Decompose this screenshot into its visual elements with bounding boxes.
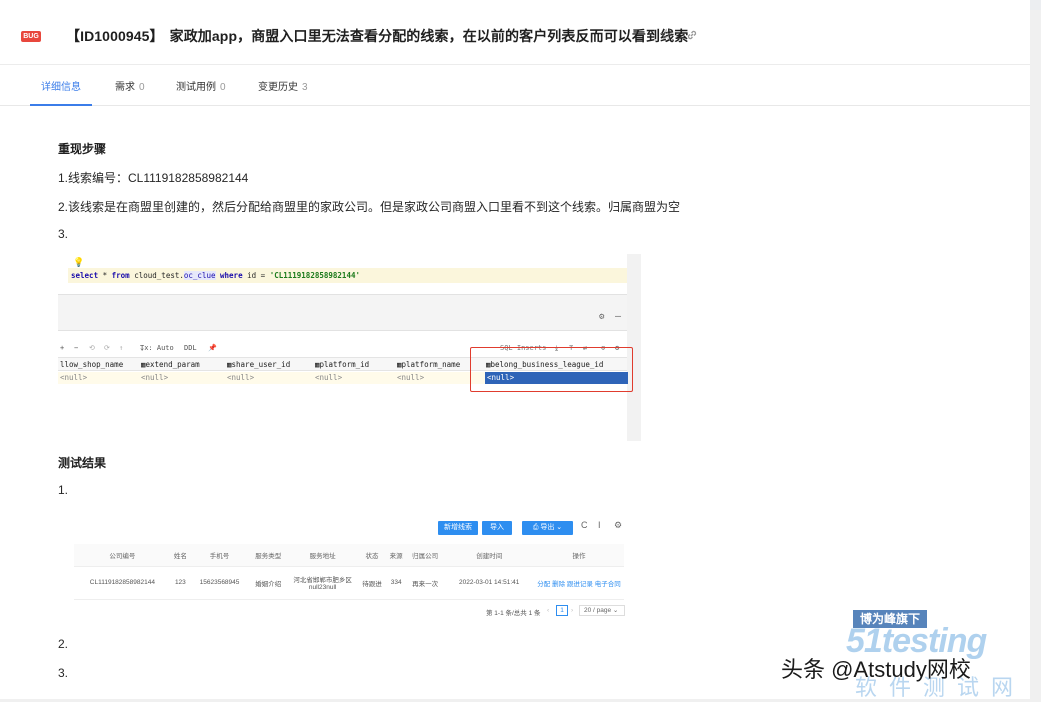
column-height-icon[interactable]: I [598,520,601,530]
result-item-2: 2. [58,637,69,651]
grid-cell[interactable]: <null> [315,372,342,384]
table-cell: 河北省邯郸市肥乡区null23null [287,566,358,600]
active-tab-indicator [30,104,92,106]
tx-mode-dropdown[interactable]: Tx: Auto ⌄ [140,340,174,356]
result-screenshot: 新增线索 导入 ⎙ 导出 ⌄ C I ⚙ 公司编号 姓名 手机号 服务类型 服务… [58,515,638,623]
col-header[interactable]: llow_shop_name [60,358,123,371]
table-cell: 123 [170,566,191,600]
link-icon[interactable] [685,28,699,42]
redo-icon[interactable]: ⟳ [104,340,110,356]
table-cell: 婚姻介绍 [249,566,288,600]
result-heading: 测试结果 [58,456,107,470]
results-panel-header [58,294,627,308]
minimize-icon[interactable]: — [615,311,621,322]
bug-detail-page: BUG 【ID1000945】 家政加app，商盟入口里无法查看分配的线索，在以前… [0,0,1030,699]
col-header: 姓名 [170,544,191,567]
add-lead-button[interactable]: 新增线索 [438,521,478,535]
table-cell: 再来一次 [405,566,445,600]
col-header: 创建时间 [444,544,534,567]
col-header: 操作 [534,544,624,567]
prev-page-icon[interactable]: ‹ [547,607,549,614]
table-cell: 334 [386,566,406,600]
pagination-summary: 第 1-1 条/总共 1 条 [486,610,541,617]
col-header[interactable]: ▦ platform_name [397,358,460,371]
table-row: CL1119182858982144 123 15623568945 婚姻介绍 … [74,566,624,600]
table-cell: CL1119182858982144 [74,566,171,600]
import-button[interactable]: 导入 [482,521,512,535]
refresh-icon[interactable]: C [581,520,588,530]
repro-heading: 重现步骤 [58,142,107,156]
highlight-box [470,347,633,392]
bug-title-text: 家政加app，商盟入口里无法查看分配的线索，在以前的客户列表反而可以看到线索 [169,28,689,44]
add-row-icon[interactable]: + [60,340,64,356]
bug-id: 【ID1000945】 [66,28,164,44]
result-item-3: 3. [58,666,69,680]
page-title: 【ID1000945】 家政加app，商盟入口里无法查看分配的线索，在以前的客户列… [66,26,688,46]
col-header: 来源 [386,544,406,567]
col-header[interactable]: ▦ extend_param [141,358,200,371]
tab-requirements[interactable]: 需求 0 [115,78,145,93]
col-header: 公司编号 [74,544,171,567]
ddl-button[interactable]: DDL [184,340,197,356]
col-header: 服务类型 [249,544,288,567]
row-actions[interactable]: 分配 删除 跟进记录 电子合同 [534,566,624,600]
next-page-icon[interactable]: › [571,607,573,614]
star-icon[interactable]: ☆ [659,27,673,45]
grid-cell[interactable]: <null> [227,372,254,384]
watermark-author: 头条 @Atstudy网校 [781,657,971,682]
submit-icon[interactable]: ↑ [119,340,123,356]
table-header-row: 公司编号 姓名 手机号 服务类型 服务地址 状态 来源 归属公司 创建时间 操作 [74,544,624,567]
col-header: 状态 [357,544,387,567]
lightbulb-icon: 💡 [73,258,85,268]
repro-step-3: 3. [58,227,69,241]
col-header[interactable]: ▦ share_user_id [227,358,290,371]
tab-details[interactable]: 详细信息 [41,78,81,93]
grid-cell[interactable]: <null> [397,372,424,384]
results-toolbar: ⚙ — [58,307,627,331]
revert-icon[interactable]: ⟲ [89,340,95,356]
export-button[interactable]: ⎙ 导出 ⌄ [522,521,573,535]
result-item-1: 1. [58,483,69,497]
table-cell: 15623568945 [190,566,250,600]
bug-type-badge: BUG [21,31,41,42]
col-header: 服务地址 [287,544,358,567]
remove-row-icon[interactable]: − [74,340,78,356]
repro-step-2: 2.该线索是在商盟里创建的，然后分配给商盟里的家政公司。但是家政公司商盟入口里看… [58,200,681,214]
gear-icon[interactable]: ⚙ [599,312,604,322]
leads-table: 公司编号 姓名 手机号 服务类型 服务地址 状态 来源 归属公司 创建时间 操作… [74,544,624,600]
sql-screenshot: 💡 select * from cloud_test.oc_clue where… [58,254,641,441]
tab-test-cases[interactable]: 测试用例 0 [176,78,226,93]
grid-empty-area [58,392,627,441]
detail-tabs: 详细信息 需求 0 测试用例 0 变更历史 3 [0,66,1030,106]
table-cell: 待跟进 [357,566,387,600]
col-header: 归属公司 [405,544,445,567]
bug-header: BUG 【ID1000945】 家政加app，商盟入口里无法查看分配的线索，在以前… [0,10,1030,65]
grid-cell[interactable]: <null> [141,372,168,384]
tab-change-history[interactable]: 变更历史 3 [258,78,308,93]
sql-query-line: select * from cloud_test.oc_clue where i… [68,268,630,283]
col-header[interactable]: ▦ platform_id [315,358,369,371]
repro-step-1: 1.线索编号：CL1119182858982144 [58,171,249,185]
table-cell: 2022-03-01 14:51:41 [444,566,534,600]
grid-cell[interactable]: <null> [60,372,87,384]
col-header: 手机号 [190,544,250,567]
page-size-select[interactable]: 20 / page ⌄ [579,605,625,616]
settings-icon[interactable]: ⚙ [614,520,622,531]
pin-icon[interactable]: 📌 [208,340,217,356]
current-page-button[interactable]: 1 [556,605,568,616]
